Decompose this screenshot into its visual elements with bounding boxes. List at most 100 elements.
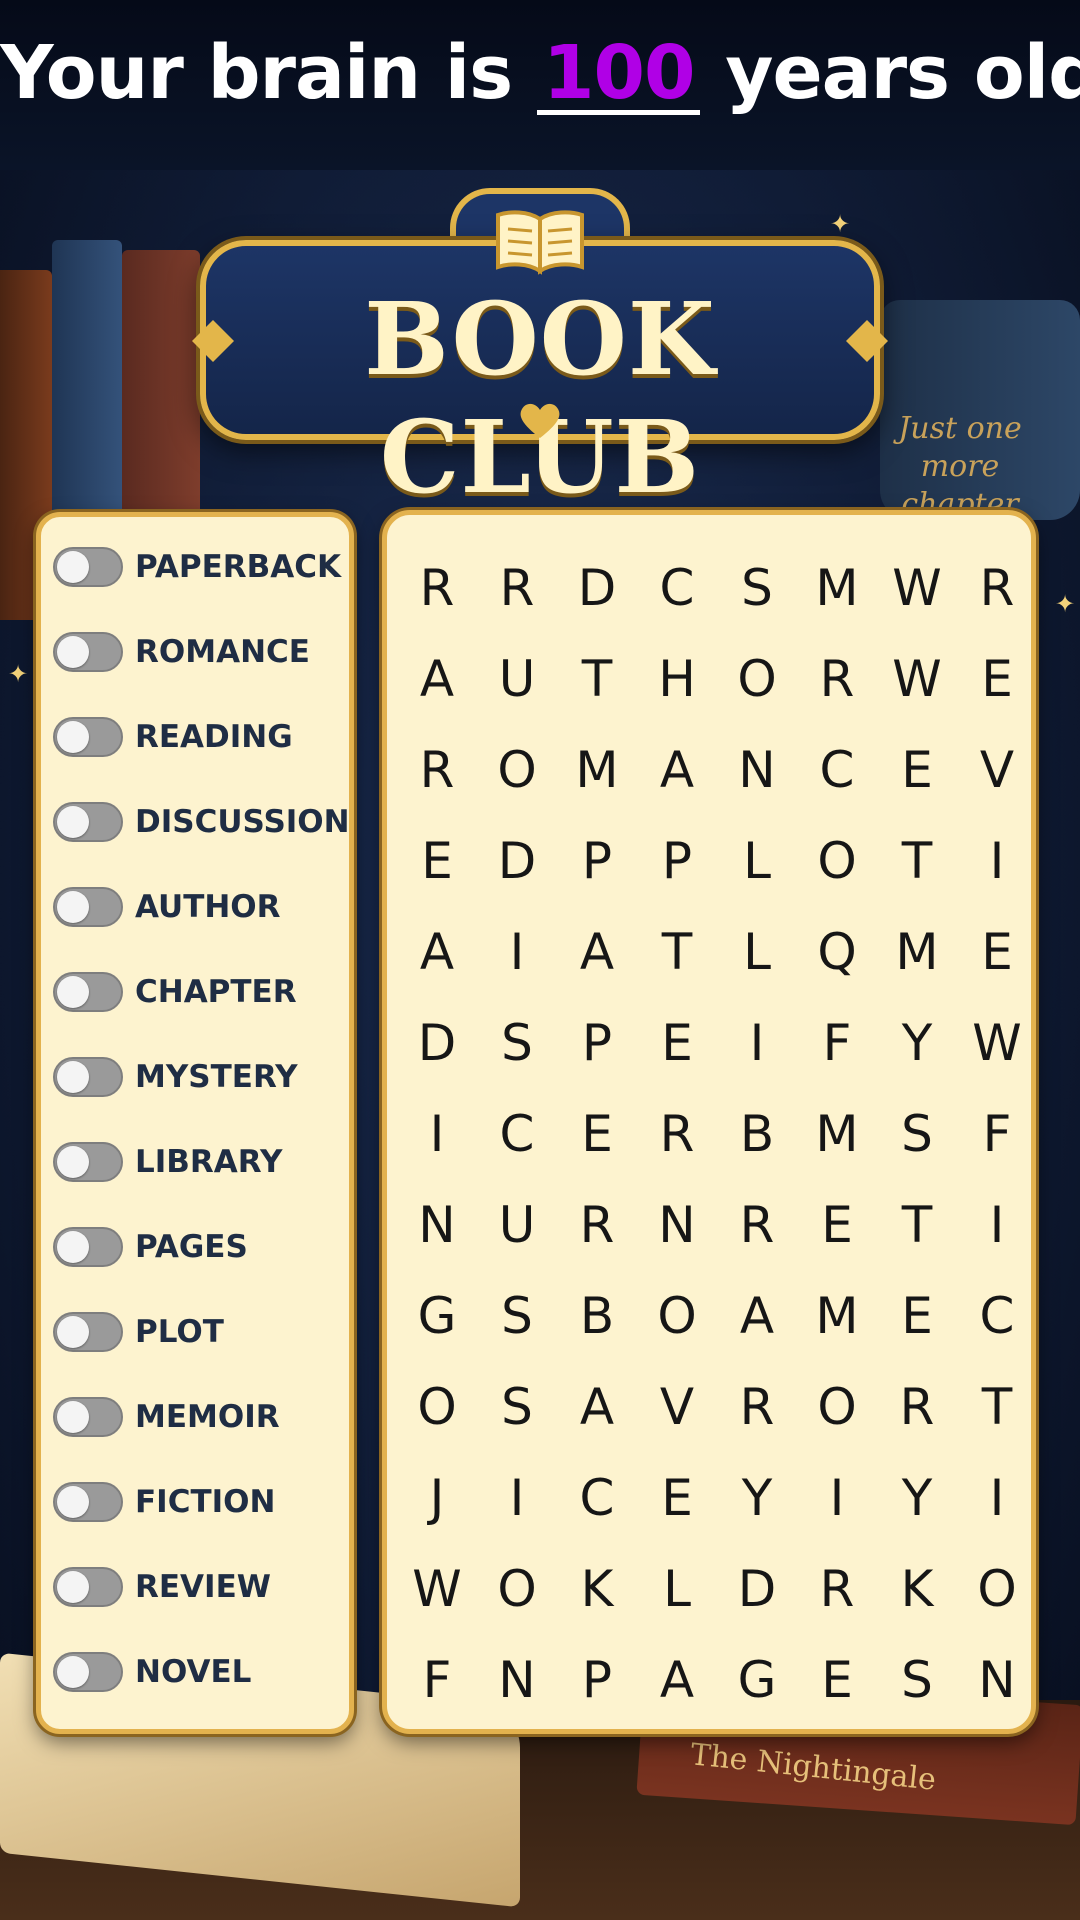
grid-letter[interactable]: M <box>797 1088 877 1179</box>
grid-letter[interactable]: R <box>717 1179 797 1270</box>
grid-letter[interactable]: E <box>397 815 477 906</box>
letter-grid[interactable]: RRDCSMWRAUTHORWEROMANCEVEDPPLOTIAIATLQME… <box>397 542 1037 1725</box>
word-list-item[interactable]: REVIEW <box>53 1557 271 1617</box>
word-found-toggle[interactable] <box>53 1567 123 1607</box>
grid-letter[interactable]: B <box>717 1088 797 1179</box>
grid-letter[interactable]: O <box>637 1270 717 1361</box>
grid-letter[interactable]: I <box>397 1088 477 1179</box>
grid-letter[interactable]: A <box>397 906 477 997</box>
word-found-toggle[interactable] <box>53 632 123 672</box>
grid-letter[interactable]: A <box>717 1270 797 1361</box>
grid-letter[interactable]: R <box>957 542 1037 633</box>
word-found-toggle[interactable] <box>53 1057 123 1097</box>
grid-letter[interactable]: A <box>397 633 477 724</box>
word-found-toggle[interactable] <box>53 717 123 757</box>
word-list-item[interactable]: LIBRARY <box>53 1132 282 1192</box>
grid-letter[interactable]: C <box>557 1452 637 1543</box>
word-list-item[interactable]: MEMOIR <box>53 1387 280 1447</box>
grid-letter[interactable]: Q <box>797 906 877 997</box>
grid-letter[interactable]: I <box>957 815 1037 906</box>
word-list-item[interactable]: AUTHOR <box>53 877 281 937</box>
grid-letter[interactable]: A <box>637 1634 717 1725</box>
word-found-toggle[interactable] <box>53 887 123 927</box>
grid-letter[interactable]: M <box>877 906 957 997</box>
word-list-item[interactable]: PAGES <box>53 1217 248 1277</box>
grid-letter[interactable]: O <box>717 633 797 724</box>
grid-letter[interactable]: D <box>397 997 477 1088</box>
grid-letter[interactable]: D <box>557 542 637 633</box>
grid-letter[interactable]: E <box>797 1634 877 1725</box>
grid-letter[interactable]: G <box>397 1270 477 1361</box>
word-list-item[interactable]: PAPERBACK <box>53 537 341 597</box>
grid-letter[interactable]: R <box>477 542 557 633</box>
grid-letter[interactable]: V <box>637 1361 717 1452</box>
grid-letter[interactable]: E <box>957 633 1037 724</box>
grid-letter[interactable]: E <box>877 1270 957 1361</box>
grid-letter[interactable]: F <box>397 1634 477 1725</box>
grid-letter[interactable]: M <box>557 724 637 815</box>
grid-letter[interactable]: T <box>957 1361 1037 1452</box>
grid-letter[interactable]: C <box>637 542 717 633</box>
grid-letter[interactable]: O <box>797 1361 877 1452</box>
word-list-item[interactable]: FICTION <box>53 1472 275 1532</box>
grid-letter[interactable]: T <box>637 906 717 997</box>
grid-letter[interactable]: K <box>557 1543 637 1634</box>
grid-letter[interactable]: E <box>557 1088 637 1179</box>
word-found-toggle[interactable] <box>53 1652 123 1692</box>
grid-letter[interactable]: P <box>557 1634 637 1725</box>
word-list-item[interactable]: PLOT <box>53 1302 224 1362</box>
grid-letter[interactable]: E <box>877 724 957 815</box>
word-list-item[interactable]: READING <box>53 707 293 767</box>
grid-letter[interactable]: T <box>877 1179 957 1270</box>
grid-letter[interactable]: E <box>637 997 717 1088</box>
grid-letter[interactable]: S <box>477 1361 557 1452</box>
grid-letter[interactable]: C <box>797 724 877 815</box>
grid-letter[interactable]: B <box>557 1270 637 1361</box>
grid-letter[interactable]: E <box>797 1179 877 1270</box>
grid-letter[interactable]: U <box>477 1179 557 1270</box>
grid-letter[interactable]: N <box>957 1634 1037 1725</box>
grid-letter[interactable]: P <box>557 997 637 1088</box>
grid-letter[interactable]: A <box>557 1361 637 1452</box>
grid-letter[interactable]: Y <box>877 1452 957 1543</box>
grid-letter[interactable]: L <box>717 815 797 906</box>
grid-letter[interactable]: A <box>637 724 717 815</box>
grid-letter[interactable]: P <box>637 815 717 906</box>
grid-letter[interactable]: O <box>797 815 877 906</box>
grid-letter[interactable]: R <box>397 542 477 633</box>
word-list-item[interactable]: NOVEL <box>53 1642 251 1702</box>
grid-letter[interactable]: Y <box>717 1452 797 1543</box>
grid-letter[interactable]: H <box>637 633 717 724</box>
grid-letter[interactable]: I <box>717 997 797 1088</box>
grid-letter[interactable]: R <box>877 1361 957 1452</box>
grid-letter[interactable]: A <box>557 906 637 997</box>
grid-letter[interactable]: C <box>477 1088 557 1179</box>
grid-letter[interactable]: O <box>957 1543 1037 1634</box>
grid-letter[interactable]: R <box>637 1088 717 1179</box>
grid-letter[interactable]: S <box>877 1088 957 1179</box>
grid-letter[interactable]: T <box>877 815 957 906</box>
grid-letter[interactable]: I <box>957 1452 1037 1543</box>
grid-letter[interactable]: L <box>637 1543 717 1634</box>
grid-letter[interactable]: S <box>717 542 797 633</box>
grid-letter[interactable]: S <box>477 1270 557 1361</box>
grid-letter[interactable]: W <box>957 997 1037 1088</box>
grid-letter[interactable]: M <box>797 1270 877 1361</box>
word-found-toggle[interactable] <box>53 1227 123 1267</box>
grid-letter[interactable]: F <box>957 1088 1037 1179</box>
grid-letter[interactable]: Y <box>877 997 957 1088</box>
grid-letter[interactable]: M <box>797 542 877 633</box>
grid-letter[interactable]: S <box>477 997 557 1088</box>
grid-letter[interactable]: O <box>477 1543 557 1634</box>
grid-letter[interactable]: R <box>717 1361 797 1452</box>
grid-letter[interactable]: R <box>557 1179 637 1270</box>
grid-letter[interactable]: N <box>477 1634 557 1725</box>
grid-letter[interactable]: N <box>637 1179 717 1270</box>
grid-letter[interactable]: C <box>957 1270 1037 1361</box>
word-list-item[interactable]: ROMANCE <box>53 622 310 682</box>
grid-letter[interactable]: L <box>717 906 797 997</box>
grid-letter[interactable]: S <box>877 1634 957 1725</box>
grid-letter[interactable]: I <box>477 906 557 997</box>
grid-letter[interactable]: R <box>797 633 877 724</box>
word-found-toggle[interactable] <box>53 972 123 1012</box>
